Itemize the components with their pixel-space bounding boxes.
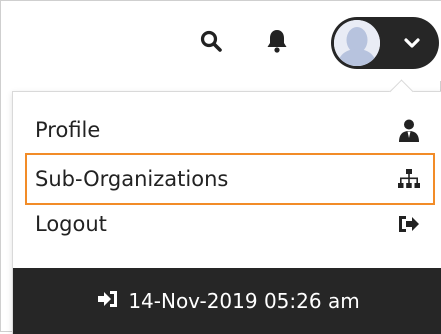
chevron-down-icon: [401, 32, 423, 54]
menu-item-label: Profile: [35, 118, 101, 142]
user-dropdown-menu: Profile Sub-Organizations Logout 14-Nov-…: [12, 79, 441, 334]
top-bar: [1, 1, 441, 81]
avatar: [334, 20, 380, 66]
menu-item-profile[interactable]: Profile: [25, 108, 435, 152]
last-login-timestamp: 14-Nov-2019 05:26 am: [128, 289, 360, 313]
user-icon: [397, 118, 421, 142]
user-menu-toggle[interactable]: [331, 17, 439, 69]
bell-icon: [267, 30, 287, 53]
dropdown-caret: [389, 79, 414, 104]
sign-in-icon: [96, 288, 120, 314]
menu-item-logout[interactable]: Logout: [25, 202, 435, 246]
menu-item-sub-organizations[interactable]: Sub-Organizations: [25, 153, 435, 205]
last-login-bar: 14-Nov-2019 05:26 am: [13, 268, 441, 334]
menu-item-label: Logout: [35, 212, 107, 236]
notifications-button[interactable]: [257, 23, 297, 59]
sign-out-icon: [397, 212, 421, 236]
search-button[interactable]: [193, 23, 229, 59]
app-frame: Profile Sub-Organizations Logout 14-Nov-…: [0, 0, 441, 334]
menu-item-label: Sub-Organizations: [35, 167, 229, 191]
sitemap-icon: [397, 167, 421, 191]
search-icon: [200, 30, 222, 52]
